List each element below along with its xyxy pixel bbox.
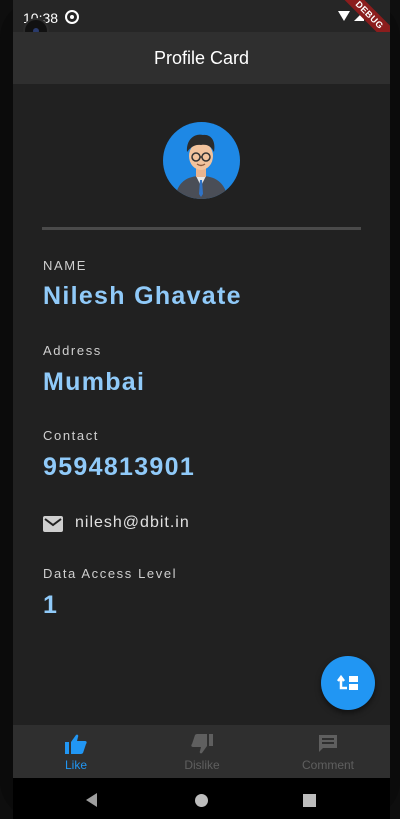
sync-icon bbox=[65, 10, 79, 24]
bottom-navigation: Like Dislike Comment bbox=[13, 725, 390, 778]
name-value: Nilesh Ghavate bbox=[43, 282, 242, 310]
email-icon bbox=[43, 516, 63, 532]
home-icon[interactable] bbox=[195, 794, 208, 807]
screen: 10:38 DEBUG Profile Card bbox=[13, 0, 390, 819]
wifi-icon bbox=[338, 11, 350, 21]
nav-label-like: Like bbox=[64, 758, 87, 772]
contact-value: 9594813901 bbox=[43, 453, 196, 481]
access-level-label: Data Access Level bbox=[43, 566, 178, 581]
address-label: Address bbox=[43, 343, 102, 358]
comment-icon bbox=[316, 733, 340, 755]
access-level-value: 1 bbox=[43, 591, 59, 619]
swap-icon bbox=[337, 674, 358, 690]
system-navigation-bar bbox=[13, 779, 390, 819]
nav-label-dislike: Dislike bbox=[184, 758, 220, 772]
name-label: NAME bbox=[43, 258, 87, 273]
swap-fab-button[interactable] bbox=[321, 656, 375, 710]
avatar bbox=[163, 122, 240, 199]
nav-item-comment[interactable]: Comment bbox=[265, 725, 390, 778]
thumb-up-icon bbox=[64, 733, 88, 755]
divider bbox=[42, 227, 361, 230]
app-bar: Profile Card bbox=[13, 32, 390, 84]
page-title: Profile Card bbox=[153, 48, 250, 68]
nav-label-comment: Comment bbox=[301, 758, 354, 772]
profile-body: NAME Nilesh Ghavate Address Mumbai Conta… bbox=[13, 84, 390, 726]
back-icon[interactable] bbox=[86, 793, 97, 807]
phone-frame: 10:38 DEBUG Profile Card bbox=[0, 0, 400, 819]
recent-apps-icon[interactable] bbox=[303, 794, 316, 807]
email-value: nilesh@dbit.in bbox=[75, 514, 190, 531]
nav-item-like[interactable]: Like bbox=[13, 725, 139, 778]
contact-label: Contact bbox=[43, 428, 100, 443]
nav-item-dislike[interactable]: Dislike bbox=[139, 725, 265, 778]
thumb-down-icon bbox=[190, 733, 214, 755]
status-bar: 10:38 DEBUG bbox=[13, 0, 390, 53]
address-value: Mumbai bbox=[43, 368, 146, 396]
